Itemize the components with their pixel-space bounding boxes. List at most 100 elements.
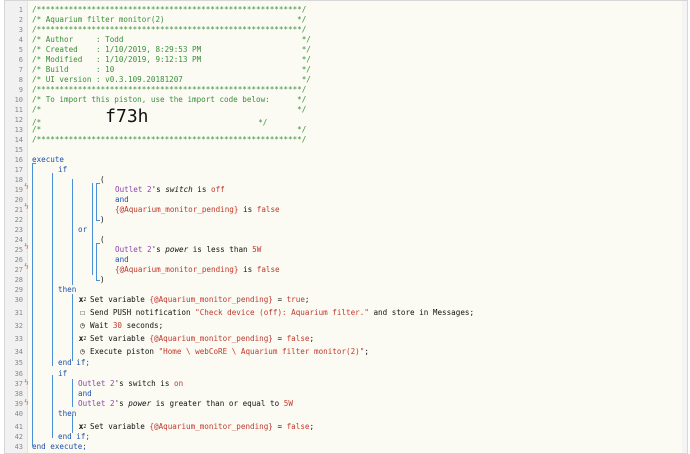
- speech-bubble-icon: ☐: [80, 308, 85, 317]
- line-number: 18: [14, 176, 23, 184]
- variable-name: {@Aquarium_monitor_pending}: [149, 422, 273, 431]
- semicolon: ;: [304, 295, 310, 304]
- value: false: [286, 334, 310, 343]
- import-code[interactable]: f73h: [105, 106, 148, 127]
- possessive: 's: [151, 185, 166, 194]
- line-number: 41: [14, 423, 23, 431]
- comment-line: /***************************************…: [32, 5, 307, 14]
- action: Send PUSH notification: [90, 308, 196, 317]
- action: Set variable: [90, 295, 150, 304]
- line-number: 26: [14, 256, 23, 264]
- lightning-bolt-icon: ϟ: [24, 202, 29, 211]
- line-number: 13: [14, 126, 23, 134]
- possessive: 's: [114, 399, 129, 408]
- lightning-bolt-icon: ϟ: [24, 262, 29, 271]
- condition-outlet-switch-off[interactable]: Outlet 2's switch is off: [115, 185, 225, 195]
- condition-outlet-power-ge[interactable]: Outlet 2's power is greater than or equa…: [78, 399, 293, 409]
- wait-value: 30: [112, 321, 123, 330]
- line-number: 42: [14, 433, 23, 441]
- compare-value: on: [174, 379, 184, 388]
- line-number: 37: [14, 380, 23, 388]
- compare-value: false: [256, 205, 280, 214]
- condition-outlet-power-less[interactable]: Outlet 2's power is less than 5W: [115, 245, 261, 255]
- statement-set-pending-false[interactable]: x2 Set variable {@Aquarium_monitor_pendin…: [78, 422, 314, 432]
- line-number: 3: [18, 26, 23, 34]
- end-if-keyword[interactable]: end if;: [58, 358, 90, 368]
- icon-sup: 2: [83, 424, 87, 430]
- comment-ui-version: /* UI version : v0.3.109.20181207 */: [32, 75, 311, 84]
- statement-set-pending-true[interactable]: x2 Set variable {@Aquarium_monitor_pendin…: [78, 295, 310, 305]
- open-paren: (: [100, 175, 105, 184]
- line-number: 29: [14, 286, 23, 294]
- comment-import-instructions: /* To import this piston, use the import…: [32, 95, 307, 104]
- line-number: 16: [14, 156, 23, 164]
- end-if-keyword[interactable]: end if;: [58, 432, 90, 442]
- line-number: 20: [14, 196, 23, 204]
- x-squared-icon: x2: [78, 422, 87, 432]
- line-number: 1: [18, 6, 23, 14]
- then-keyword[interactable]: then: [58, 409, 76, 419]
- operator: is: [192, 185, 212, 194]
- clock-icon: ◷: [80, 347, 85, 356]
- if-keyword[interactable]: if: [58, 369, 67, 379]
- line-number: 9: [18, 86, 23, 94]
- condition-pending-false[interactable]: {@Aquarium_monitor_pending} is false: [115, 265, 280, 275]
- statement-execute-piston[interactable]: ◷ Execute piston "Home \ webCoRE \ Aquari…: [78, 347, 369, 357]
- device-name: Outlet 2: [115, 245, 152, 254]
- scrollbar[interactable]: [682, 1, 687, 453]
- icon-sup: 2: [83, 297, 87, 303]
- piston-name: "Home \ webCoRE \ Aquarium filter monito…: [158, 347, 365, 356]
- line-number: 38: [14, 390, 23, 398]
- condition-outlet-switch-on[interactable]: Outlet 2's switch is on: [78, 379, 183, 389]
- comment-author: /* Author : Todd */: [32, 35, 311, 44]
- unit: seconds;: [122, 321, 164, 330]
- action: Set variable: [90, 422, 150, 431]
- lightning-bolt-icon: ϟ: [24, 182, 29, 191]
- lightning-bolt-icon: ϟ: [24, 378, 29, 387]
- clock-icon: ◷: [80, 321, 85, 330]
- line-number: 15: [14, 146, 23, 154]
- line-number: 33: [14, 335, 23, 343]
- then-guide: [72, 294, 73, 361]
- operator: is: [155, 379, 175, 388]
- comment-line: /* */: [32, 125, 307, 134]
- attribute-name: switch: [165, 185, 193, 194]
- statement-wait[interactable]: ◷ Wait 30 seconds;: [78, 321, 163, 331]
- then-keyword[interactable]: then: [58, 285, 76, 295]
- close-paren: ): [100, 215, 105, 224]
- device-name: Outlet 2: [78, 379, 115, 388]
- possessive: 's: [114, 379, 129, 388]
- if-keyword[interactable]: if: [58, 165, 67, 175]
- variable-name: {@Aquarium_monitor_pending}: [149, 334, 273, 343]
- line-number: 8: [18, 76, 23, 84]
- code-editor: 1 2 3 4 5 6 7 8 9 10 11 12 13 14 15 16 17 18 19 20 21 22 23 24 2…: [4, 0, 688, 454]
- condition-pending-false[interactable]: {@Aquarium_monitor_pending} is false: [115, 205, 280, 215]
- statement-set-pending-false[interactable]: x2 Set variable {@Aquarium_monitor_pendin…: [78, 334, 314, 344]
- compare-value: 5W: [252, 245, 262, 254]
- statement-send-push[interactable]: ☐ Send PUSH notification "Check device (o…: [78, 308, 474, 318]
- line-number: 28: [14, 276, 23, 284]
- x-squared-icon: x2: [78, 334, 87, 344]
- x-squared-icon: x2: [78, 295, 87, 305]
- attribute-name: switch: [128, 379, 156, 388]
- compare-value: 5W: [283, 399, 293, 408]
- semicolon: ;: [364, 347, 369, 356]
- execute-keyword[interactable]: execute: [32, 155, 64, 165]
- comment-build: /* Build : 10 */: [32, 65, 311, 74]
- line-number: 22: [14, 216, 23, 224]
- line-number: 32: [14, 322, 23, 330]
- line-number: 2: [18, 16, 23, 24]
- and-keyword: and: [115, 195, 129, 204]
- line-number: 12: [14, 116, 23, 124]
- end-execute-keyword[interactable]: end execute;: [32, 442, 87, 452]
- action: Set variable: [90, 334, 150, 343]
- semicolon: ;: [309, 334, 315, 343]
- variable-name: {@Aquarium_monitor_pending}: [149, 295, 273, 304]
- or-keyword[interactable]: or: [78, 225, 87, 235]
- line-number: 35: [14, 359, 23, 367]
- and-keyword: and: [78, 389, 92, 398]
- condition-group-guide: [72, 179, 73, 285]
- line-number: 14: [14, 136, 23, 144]
- operator: =: [272, 295, 287, 304]
- line-number: 17: [14, 166, 23, 174]
